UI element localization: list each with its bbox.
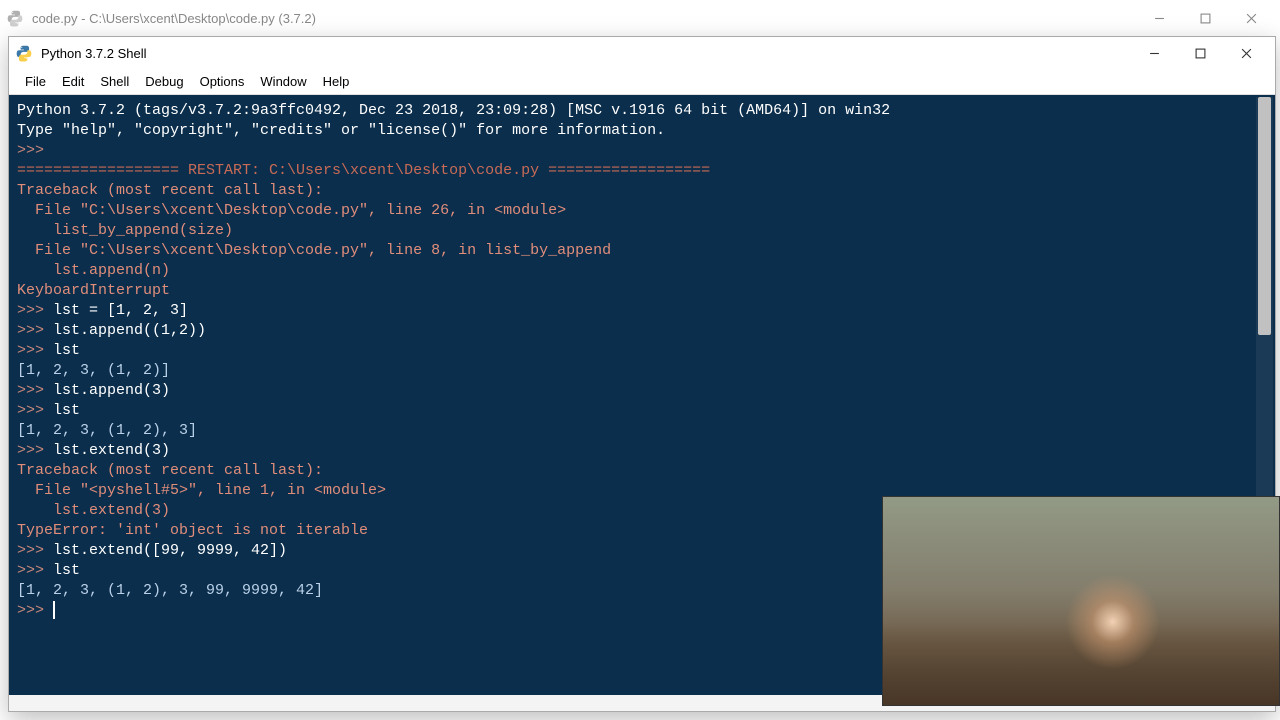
shell-input: lst (53, 402, 80, 419)
prompt: >>> (17, 542, 53, 559)
shell-title-text: Python 3.7.2 Shell (41, 46, 1131, 61)
background-title-text: code.py - C:\Users\xcent\Desktop\code.py… (32, 11, 1136, 26)
shell-output: [1, 2, 3, (1, 2), 3] (17, 422, 197, 439)
menu-file[interactable]: File (17, 72, 54, 91)
python-icon (6, 9, 24, 27)
traceback-line: Traceback (most recent call last): (17, 462, 323, 479)
banner-line-2: Type "help", "copyright", "credits" or "… (17, 122, 665, 139)
python-icon (15, 44, 33, 62)
prompt: >>> (17, 302, 53, 319)
menu-shell[interactable]: Shell (92, 72, 137, 91)
menu-edit[interactable]: Edit (54, 72, 92, 91)
close-button[interactable] (1223, 38, 1269, 68)
prompt: >>> (17, 142, 53, 159)
maximize-button[interactable] (1177, 38, 1223, 68)
shell-input: lst = [1, 2, 3] (53, 302, 188, 319)
shell-input: lst (53, 342, 80, 359)
traceback-line: File "C:\Users\xcent\Desktop\code.py", l… (17, 202, 566, 219)
shell-titlebar[interactable]: Python 3.7.2 Shell (9, 37, 1275, 69)
shell-input: lst.extend(3) (53, 442, 170, 459)
shell-input: lst.append(3) (53, 382, 170, 399)
prompt: >>> (17, 322, 53, 339)
shell-input: lst.append((1,2)) (53, 322, 206, 339)
background-window-controls (1136, 3, 1274, 33)
traceback-line: list_by_append(size) (17, 222, 233, 239)
text-cursor (53, 601, 55, 619)
webcam-overlay (882, 496, 1280, 706)
menu-debug[interactable]: Debug (137, 72, 191, 91)
background-titlebar: code.py - C:\Users\xcent\Desktop\code.py… (0, 0, 1280, 36)
traceback-line: Traceback (most recent call last): (17, 182, 323, 199)
menu-help[interactable]: Help (315, 72, 358, 91)
shell-output: [1, 2, 3, (1, 2)] (17, 362, 170, 379)
traceback-line: File "<pyshell#5>", line 1, in <module> (17, 482, 386, 499)
traceback-line: lst.append(n) (17, 262, 170, 279)
traceback-line: TypeError: 'int' object is not iterable (17, 522, 368, 539)
scrollbar-thumb[interactable] (1258, 97, 1271, 335)
prompt: >>> (17, 382, 53, 399)
prompt: >>> (17, 402, 53, 419)
shell-window-controls (1131, 38, 1269, 68)
menu-options[interactable]: Options (192, 72, 253, 91)
shell-input: lst.extend([99, 9999, 42]) (53, 542, 287, 559)
menu-window[interactable]: Window (252, 72, 314, 91)
prompt: >>> (17, 602, 53, 619)
menu-bar: File Edit Shell Debug Options Window Hel… (9, 69, 1275, 95)
maximize-button[interactable] (1182, 3, 1228, 33)
traceback-line: File "C:\Users\xcent\Desktop\code.py", l… (17, 242, 611, 259)
shell-output: [1, 2, 3, (1, 2), 3, 99, 9999, 42] (17, 582, 323, 599)
prompt: >>> (17, 342, 53, 359)
restart-line: ================== RESTART: C:\Users\xce… (17, 162, 710, 179)
traceback-line: KeyboardInterrupt (17, 282, 170, 299)
minimize-button[interactable] (1136, 3, 1182, 33)
prompt: >>> (17, 442, 53, 459)
shell-input: lst (53, 562, 80, 579)
minimize-button[interactable] (1131, 38, 1177, 68)
banner-line-1: Python 3.7.2 (tags/v3.7.2:9a3ffc0492, De… (17, 102, 890, 119)
prompt: >>> (17, 562, 53, 579)
close-button[interactable] (1228, 3, 1274, 33)
traceback-line: lst.extend(3) (17, 502, 170, 519)
